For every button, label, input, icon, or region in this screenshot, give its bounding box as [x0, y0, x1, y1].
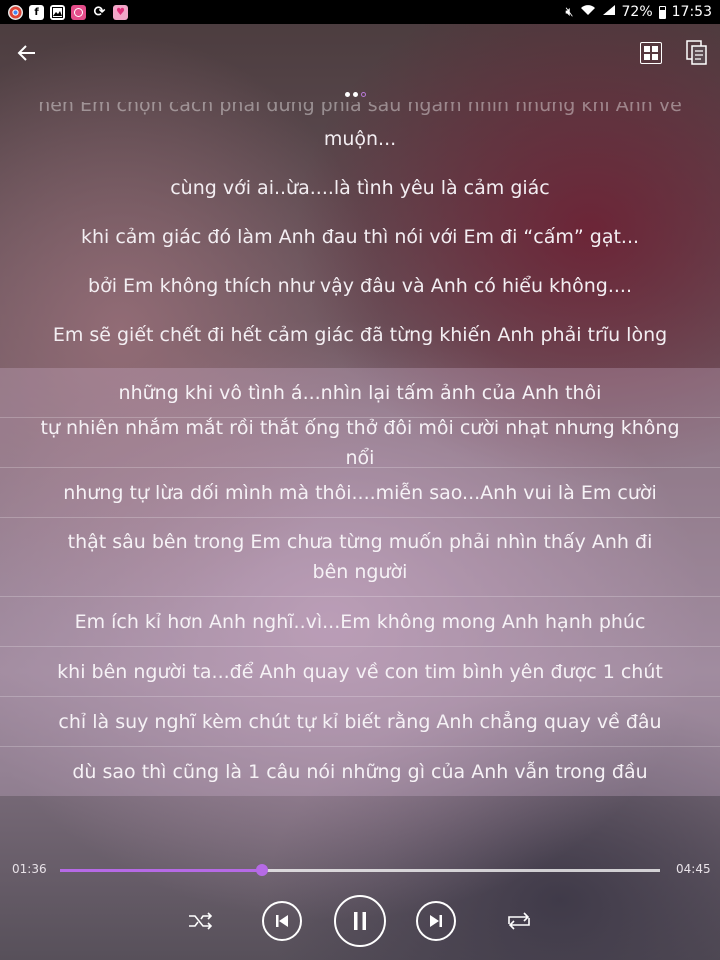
pause-button[interactable] — [334, 895, 386, 947]
arrow-left-icon — [17, 45, 35, 61]
repeat-button[interactable] — [503, 906, 535, 936]
seek-bar-thumb[interactable] — [256, 864, 269, 876]
chrome-icon — [8, 4, 23, 20]
heart-icon: ♥ — [113, 4, 128, 20]
lyric-row: thật sâu bên trong Em chưa từng muốn phả… — [0, 518, 720, 597]
top-bar — [0, 24, 720, 84]
shuffle-icon — [189, 912, 213, 930]
lyric-row: tự nhiên nhắm mắt rồi thắt ống thở đôi m… — [0, 417, 720, 469]
lyric-row: những khi vô tình á...nhìn lại tấm ảnh c… — [0, 368, 720, 418]
lyric-row: chỉ là suy nghĩ kèm chút tự kỉ biết rằng… — [0, 697, 720, 747]
lyric-line: những khi vô tình á...nhìn lại tấm ảnh c… — [118, 381, 602, 404]
camera-icon — [71, 4, 86, 20]
back-button[interactable] — [14, 38, 40, 68]
page-indicator — [345, 92, 366, 97]
lyric-line: bởi Em không thích như vậy đâu và Anh có… — [88, 275, 632, 297]
battery-percent: 72% — [621, 4, 653, 20]
lyric-line: Em ích kỉ hơn Anh nghĩ..vì...Em không mo… — [74, 610, 646, 633]
lyric-line: nhưng tự lừa dối mình mà thôi....miễn sa… — [63, 481, 657, 504]
lyric-row: nhưng tự lừa dối mình mà thôi....miễn sa… — [0, 468, 720, 518]
shuffle-button[interactable] — [186, 906, 216, 936]
copy-document-icon — [686, 40, 707, 65]
sync-icon: ⟳ — [93, 4, 106, 20]
lyric-line: thật sâu bên trong Em chưa từng muốn phả… — [67, 531, 653, 583]
lyric-line: tự nhiên nhắm mắt rồi thắt ống thở đôi m… — [40, 416, 680, 469]
seek-bar-progress — [60, 869, 263, 872]
previous-button[interactable] — [262, 901, 302, 941]
lyric-line: dù sao thì cũng là 1 câu nói những gì củ… — [72, 760, 648, 783]
gallery-icon — [50, 4, 65, 20]
page-dot — [353, 92, 358, 97]
status-bar: f ⟳ ♥ 🔇︎ 72% 17:53 — [0, 0, 720, 24]
page-dot — [345, 92, 350, 97]
lyric-row: dù sao thì cũng là 1 câu nói những gì củ… — [0, 747, 720, 796]
page-dot — [361, 92, 366, 97]
time-elapsed: 01:36 — [12, 862, 47, 876]
lyric-line: khi bên người ta...để Anh quay về con ti… — [57, 660, 663, 683]
notification-icons: f ⟳ ♥ — [0, 4, 128, 20]
lyric-text: nên Em chọn cách phải đứng phía sau ngắm… — [38, 102, 682, 116]
lyric-line: muộn... — [323, 128, 397, 150]
next-icon — [430, 915, 442, 927]
current-lyrics-block: những khi vô tình á...nhìn lại tấm ảnh c… — [0, 368, 720, 796]
signal-icon — [602, 4, 616, 20]
battery-icon — [658, 5, 666, 19]
grid-icon — [644, 46, 650, 52]
lyric-line: Em sẽ giết chết đi hết cảm giác đã từng … — [52, 324, 668, 346]
system-status: 🔇︎ 72% 17:53 — [565, 4, 720, 20]
grid-view-button[interactable] — [640, 42, 662, 64]
facebook-icon: f — [29, 4, 44, 20]
previous-icon — [276, 915, 288, 927]
lyrics-panel[interactable]: nên Em chọn cách phải đứng phía sau ngắm… — [0, 100, 720, 796]
next-button[interactable] — [416, 901, 456, 941]
time-total: 04:45 — [676, 862, 711, 876]
lyric-line: khi cảm giác đó làm Anh đau thì nói với … — [80, 226, 640, 248]
lyric-line: cùng với ai..ừa....là tình yêu là cảm gi… — [170, 177, 550, 199]
lyric-line-partial: nên Em chọn cách phải đứng phía sau ngắm… — [0, 102, 720, 122]
repeat-icon — [508, 912, 530, 930]
mute-icon: 🔇︎ — [565, 4, 574, 20]
lyric-row: Em ích kỉ hơn Anh nghĩ..vì...Em không mo… — [0, 597, 720, 647]
lyric-line: chỉ là suy nghĩ kèm chút tự kỉ biết rằng… — [58, 710, 662, 733]
copy-button[interactable] — [686, 40, 708, 66]
wifi-icon — [580, 4, 596, 20]
lyric-row: khi bên người ta...để Anh quay về con ti… — [0, 647, 720, 697]
seek-bar[interactable] — [60, 864, 660, 876]
pause-icon — [354, 912, 366, 930]
clock: 17:53 — [671, 4, 712, 20]
